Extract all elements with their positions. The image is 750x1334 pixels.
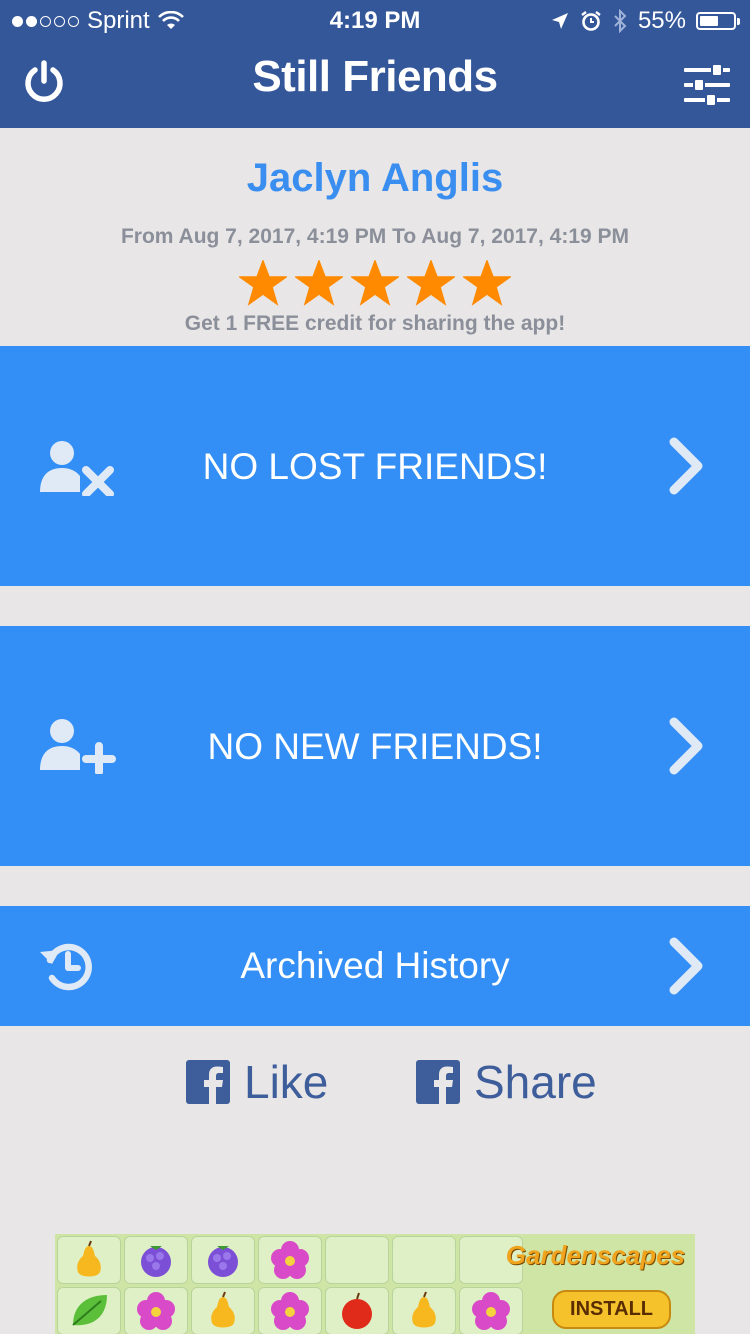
archived-history-label: Archived History (240, 945, 510, 986)
profile-name: Jaclyn Anglis (246, 156, 504, 200)
rating-stars[interactable] (0, 260, 750, 306)
share-button[interactable]: Share (416, 1055, 597, 1109)
social-actions: Like Share (0, 1050, 750, 1110)
flower-icon (258, 1236, 322, 1284)
flower-icon (124, 1287, 188, 1334)
pear-icon (57, 1236, 121, 1284)
lost-friends-panel[interactable]: NO LOST FRIENDS! (0, 346, 750, 586)
lost-friends-label: NO LOST FRIENDS! (202, 446, 548, 487)
star-icon[interactable] (351, 260, 399, 306)
status-right: 55% (550, 7, 740, 35)
credit-promo[interactable]: Get 1 FREE credit for sharing the app! (0, 312, 750, 336)
berry-icon (124, 1236, 188, 1284)
star-icon[interactable] (407, 260, 455, 306)
new-friends-panel[interactable]: NO NEW FRIENDS! (0, 626, 750, 866)
alarm-icon (581, 11, 601, 31)
sliders-icon[interactable] (684, 64, 730, 106)
empty-tile (325, 1236, 389, 1284)
ad-banner[interactable]: Gardenscapes INSTALL (55, 1234, 695, 1334)
pear-icon (191, 1287, 255, 1334)
like-label: Like (244, 1056, 329, 1108)
star-icon[interactable] (463, 260, 511, 306)
pear-icon (392, 1287, 456, 1334)
flower-icon (258, 1287, 322, 1334)
facebook-icon (186, 1060, 230, 1104)
share-label: Share (474, 1056, 597, 1108)
star-icon[interactable] (295, 260, 343, 306)
facebook-icon (416, 1060, 460, 1104)
bluetooth-icon (614, 9, 627, 33)
chevron-right-icon (669, 437, 703, 495)
top-bar: Sprint 4:19 PM 55% Still Friends (0, 0, 750, 128)
apple-icon (325, 1287, 389, 1334)
chevron-right-icon (669, 717, 703, 775)
profile-section: Jaclyn Anglis From Aug 7, 2017, 4:19 PM … (0, 128, 750, 346)
berry-icon (191, 1236, 255, 1284)
chevron-right-icon (669, 937, 703, 995)
star-icon[interactable] (239, 260, 287, 306)
empty-tile (392, 1236, 456, 1284)
archived-history-panel[interactable]: Archived History (0, 906, 750, 1026)
leaf-icon (57, 1287, 121, 1334)
flower-icon (459, 1287, 523, 1334)
page-title: Still Friends (252, 52, 498, 101)
date-range: From Aug 7, 2017, 4:19 PM To Aug 7, 2017… (120, 225, 630, 248)
new-friends-label: NO NEW FRIENDS! (207, 726, 543, 767)
ad-brand-logo: Gardenscapes (505, 1240, 685, 1270)
location-icon (551, 13, 568, 29)
battery-percent: 55% (637, 7, 686, 34)
status-bar: Sprint 4:19 PM 55% (0, 0, 750, 40)
battery-icon (696, 12, 740, 30)
ad-game-grid (57, 1236, 523, 1334)
install-button[interactable]: INSTALL (552, 1290, 671, 1329)
like-button[interactable]: Like (186, 1055, 328, 1109)
